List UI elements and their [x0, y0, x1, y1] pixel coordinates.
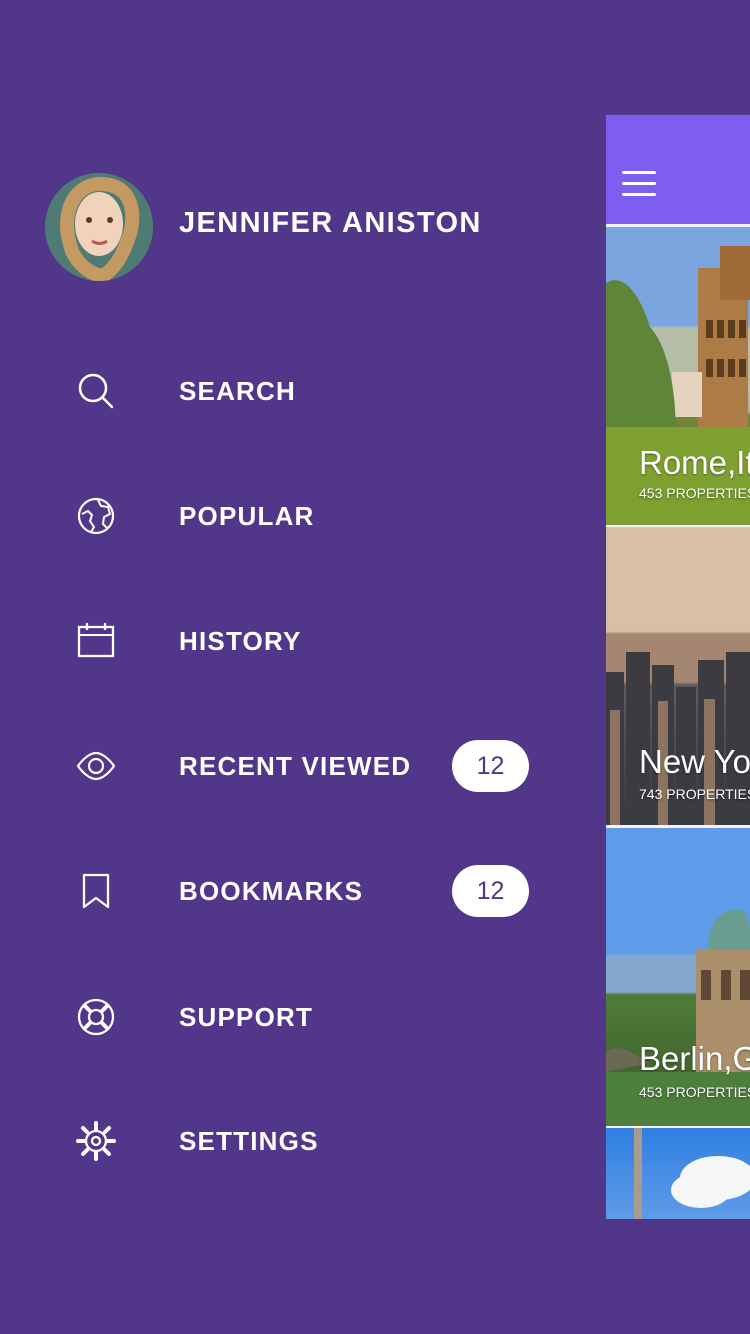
- content-panel[interactable]: Rome,Ita 453 PROPERTIES New Yor 743 PROP…: [606, 115, 750, 1219]
- menu-item-popular[interactable]: POPULAR: [0, 476, 560, 556]
- menu-label-popular: POPULAR: [179, 501, 315, 531]
- globe-icon: [76, 496, 116, 536]
- bookmark-icon: [76, 871, 116, 911]
- city-name-rome: Rome,Ita: [639, 444, 750, 481]
- menu-item-recent-viewed[interactable]: RECENT VIEWED 12: [0, 726, 560, 806]
- recent-viewed-count-badge: 12: [452, 740, 529, 792]
- menu-item-history[interactable]: HISTORY: [0, 601, 560, 681]
- menu-label-history: HISTORY: [179, 626, 302, 656]
- bookmarks-count-badge: 12: [452, 865, 529, 917]
- gear-icon: [76, 1121, 116, 1161]
- menu-label-settings: SETTINGS: [179, 1126, 319, 1156]
- menu-label-search: SEARCH: [179, 376, 296, 406]
- berlin-cathedral-image: [606, 910, 750, 1126]
- city-properties-rome: 453 PROPERTIES: [639, 485, 750, 501]
- avatar[interactable]: [45, 173, 153, 281]
- menu-item-settings[interactable]: SETTINGS: [0, 1101, 560, 1181]
- city-card-berlin[interactable]: Berlin,Ge 453 PROPERTIES: [606, 828, 750, 1126]
- menu-item-bookmarks[interactable]: BOOKMARKS 12: [0, 851, 560, 931]
- content-header: [606, 115, 750, 224]
- user-name[interactable]: JENNIFER ANISTON: [179, 207, 482, 240]
- eye-icon: [76, 746, 116, 786]
- menu-label-bookmarks: BOOKMARKS: [179, 876, 364, 906]
- city-name-berlin: Berlin,Ge: [639, 1040, 750, 1077]
- hamburger-menu-icon[interactable]: [622, 171, 656, 199]
- city-card-next[interactable]: [606, 1128, 750, 1219]
- menu-label-support: SUPPORT: [179, 1002, 314, 1032]
- calendar-icon: [76, 621, 116, 661]
- city-properties-berlin: 453 PROPERTIES: [639, 1084, 750, 1100]
- city-properties-new-york: 743 PROPERTIES: [639, 786, 750, 802]
- city-card-rome[interactable]: Rome,Ita 453 PROPERTIES: [606, 227, 750, 525]
- monument-image: [634, 1128, 750, 1219]
- city-card-new-york[interactable]: New Yor 743 PROPERTIES: [606, 527, 750, 825]
- menu-label-recent-viewed: RECENT VIEWED: [179, 751, 412, 781]
- menu-item-search[interactable]: SEARCH: [0, 351, 560, 431]
- menu-item-support[interactable]: SUPPORT: [0, 977, 560, 1057]
- city-name-new-york: New Yor: [639, 743, 750, 780]
- lifebuoy-icon: [76, 997, 116, 1037]
- search-icon: [76, 371, 116, 411]
- avatar-image: [45, 173, 153, 281]
